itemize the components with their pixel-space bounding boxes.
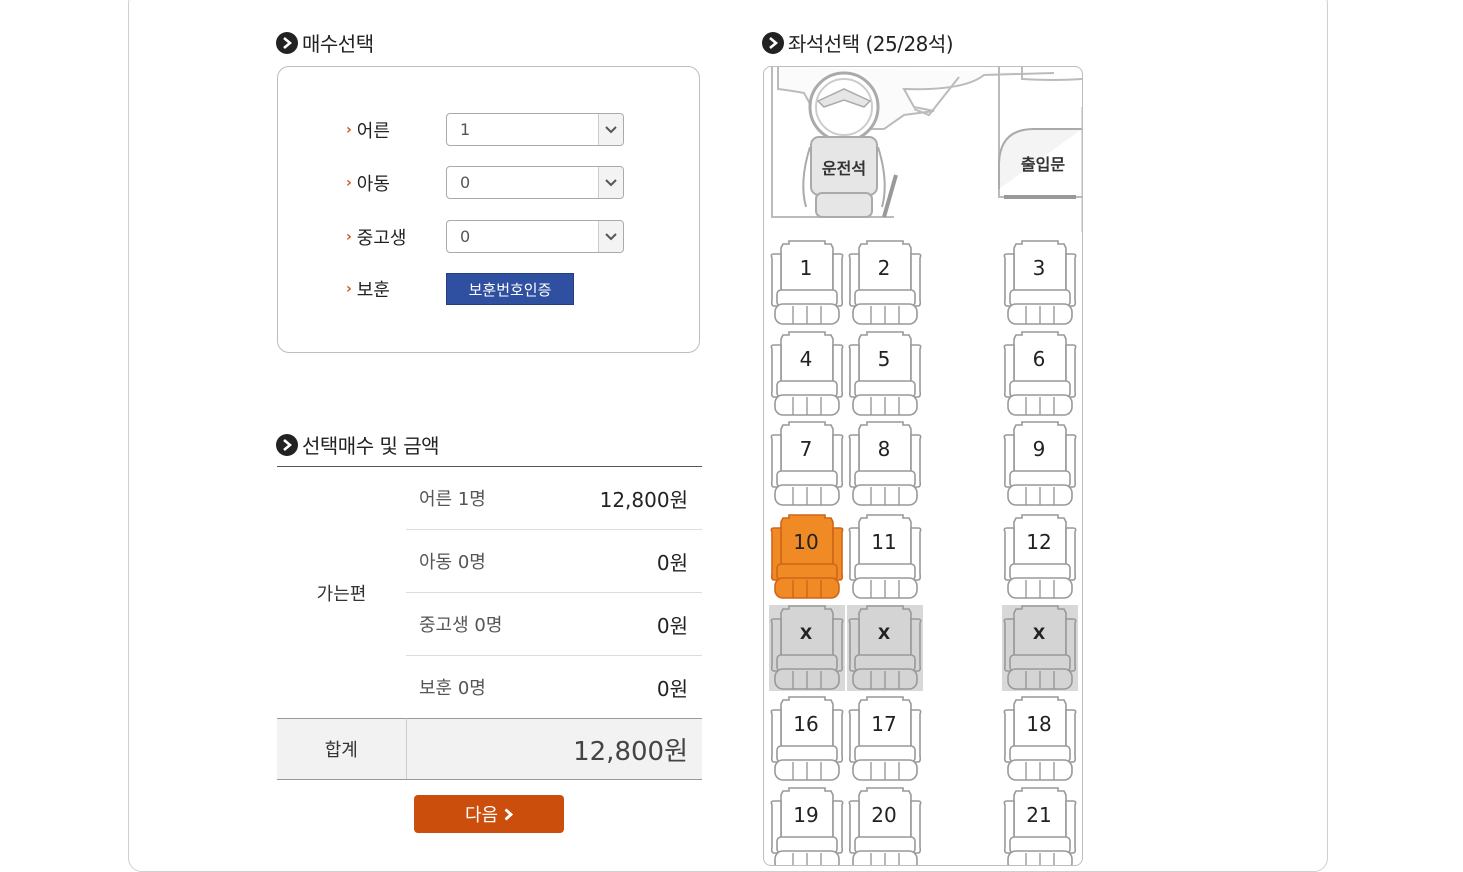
total-label: 합계 xyxy=(277,718,407,780)
seat-19[interactable]: 19 xyxy=(769,787,845,865)
summary-section-title-text: 선택매수 및 금액 xyxy=(302,434,440,458)
seat-number: 12 xyxy=(1026,530,1052,554)
seat-number: 19 xyxy=(793,803,819,827)
chevron-right-circle-icon xyxy=(276,31,298,54)
price-item-label: 보훈 0명 xyxy=(419,678,486,699)
qty-label-student: 중고생 xyxy=(356,227,407,249)
seat-4[interactable]: 4 xyxy=(769,331,845,417)
veteran-verify-button[interactable]: 보훈번호인증 xyxy=(446,273,574,305)
next-button-label: 다음 xyxy=(464,805,499,826)
seat-20[interactable]: 20 xyxy=(847,787,923,865)
total-amount: 12,800원 xyxy=(406,718,702,780)
child-select[interactable]: 0 xyxy=(446,166,624,199)
price-item-amount: 0원 xyxy=(549,529,702,593)
seat-9[interactable]: 9 xyxy=(1002,421,1078,507)
seat-section-title-text: 좌석선택 (25/28석) xyxy=(788,32,954,56)
seat-number: 21 xyxy=(1026,803,1052,827)
seat-number: 18 xyxy=(1026,712,1052,736)
seat-16[interactable]: 16 xyxy=(769,696,845,782)
price-item-amount: 0원 xyxy=(549,592,702,656)
seat-18[interactable]: 18 xyxy=(1002,696,1078,782)
seat-section-title: 좌석선택 (25/28석) xyxy=(762,28,954,57)
adult-select-value: 1 xyxy=(460,120,471,139)
summary-section-title: 선택매수 및 금액 xyxy=(276,430,440,459)
seat-12[interactable]: 12 xyxy=(1002,514,1078,600)
price-item-label: 어른 1명 xyxy=(406,467,550,530)
qty-row-child: › 아동 0 xyxy=(346,166,624,199)
qty-row-adult: › 어른 1 xyxy=(346,113,624,146)
seat-17[interactable]: 17 xyxy=(847,696,923,782)
seat-number: X xyxy=(1032,623,1046,643)
seat-number: 3 xyxy=(1032,256,1046,280)
seat-number: X xyxy=(877,623,891,643)
seat-11[interactable]: 11 xyxy=(847,514,923,600)
seat-number: X xyxy=(799,623,813,643)
qty-label-veteran: 보훈 xyxy=(356,280,390,301)
seat-2[interactable]: 2 xyxy=(847,240,923,326)
seat-sold: X xyxy=(847,605,923,691)
chevron-down-icon xyxy=(598,114,623,145)
ticket-section-title-text: 매수선택 xyxy=(302,32,374,56)
child-select-value: 0 xyxy=(460,173,471,192)
price-item-amount: 12,800원 xyxy=(549,467,702,530)
seat-number: 11 xyxy=(871,530,897,554)
seat-number: 9 xyxy=(1032,437,1046,461)
seat-number: 7 xyxy=(799,437,813,461)
qty-label-child: 아동 xyxy=(356,173,390,195)
seat-sold: X xyxy=(769,605,845,691)
qty-row-student: › 중고생 0 xyxy=(346,220,624,253)
arrow-icon: › xyxy=(346,281,352,297)
seat-number: 5 xyxy=(877,347,891,371)
ticket-section-title: 매수선택 xyxy=(276,28,374,57)
total-row: 합계 12,800원 xyxy=(277,718,702,780)
seat-6[interactable]: 6 xyxy=(1002,331,1078,417)
chevron-right-circle-icon xyxy=(276,433,298,456)
chevron-right-circle-icon xyxy=(762,31,784,54)
student-select[interactable]: 0 xyxy=(446,220,624,253)
price-item-label: 중고생 0명 xyxy=(406,592,550,656)
chevron-right-icon xyxy=(504,807,514,821)
seat-8[interactable]: 8 xyxy=(847,421,923,507)
chevron-down-icon xyxy=(598,167,623,198)
seat-number: 16 xyxy=(793,712,819,736)
student-select-value: 0 xyxy=(460,227,471,246)
seat-3[interactable]: 3 xyxy=(1002,240,1078,326)
driver-seat-label: 운전석 xyxy=(821,159,867,178)
table-row: 가는편 어른 1명 12,800원 xyxy=(277,467,702,605)
bus-front-drawing xyxy=(771,67,1082,232)
price-item-label: 아동 0명 xyxy=(406,529,550,593)
seat-number: 1 xyxy=(799,256,813,280)
seat-number: 6 xyxy=(1032,347,1046,371)
seat-number: 17 xyxy=(871,712,897,736)
seat-number: 20 xyxy=(871,803,897,827)
qty-row-veteran: › 보훈 보훈번호인증 xyxy=(346,273,574,305)
seat-number: 2 xyxy=(877,256,891,280)
arrow-icon: › xyxy=(346,174,352,191)
seat-sold: X xyxy=(1002,605,1078,691)
seat-number: 10 xyxy=(793,530,819,554)
adult-select[interactable]: 1 xyxy=(446,113,624,146)
arrow-icon: › xyxy=(346,228,352,245)
seat-21[interactable]: 21 xyxy=(1002,787,1078,865)
price-item-amount: 0원 xyxy=(656,676,688,701)
seat-10[interactable]: 10 xyxy=(769,514,845,600)
price-summary-table: 가는편 어른 1명 12,800원 아동 0명 0원 중고생 0명 0원 보훈 … xyxy=(277,467,702,780)
seat-number: 4 xyxy=(799,347,813,371)
seat-7[interactable]: 7 xyxy=(769,421,845,507)
bus-seat-map: 운전석 출입문 1 2 3 4 5 6 7 8 9 10 11 12 X X X 16 17 18 19 20 21 xyxy=(763,66,1083,866)
ticket-quantity-box: › 어른 1 › 아동 0 › 중고생 0 › 보훈 보훈번호인증 xyxy=(277,66,700,353)
direction-label: 가는편 xyxy=(316,583,367,605)
next-button[interactable]: 다음 xyxy=(414,795,564,833)
chevron-down-icon xyxy=(598,221,623,252)
arrow-icon: › xyxy=(346,121,352,138)
seat-1[interactable]: 1 xyxy=(769,240,845,326)
qty-label-adult: 어른 xyxy=(356,120,390,142)
seat-5[interactable]: 5 xyxy=(847,331,923,417)
seat-number: 8 xyxy=(877,437,891,461)
door-label: 출입문 xyxy=(1020,155,1066,174)
